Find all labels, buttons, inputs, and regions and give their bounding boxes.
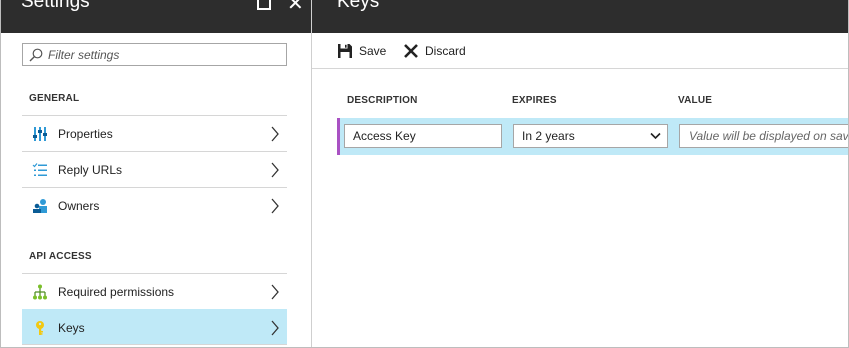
permissions-icon	[33, 284, 47, 300]
sidebar-item-label: Reply URLs	[58, 163, 123, 177]
column-header-expires: EXPIRES	[512, 95, 557, 106]
save-button[interactable]: Save	[337, 42, 397, 60]
keys-blade: Keys Save Discard DESCRIPTION EXPIRES VA…	[312, 0, 848, 347]
keys-header: Keys	[312, 0, 848, 33]
chevron-right-icon	[271, 162, 279, 178]
sidebar-item-required-permissions[interactable]: Required permissions	[22, 273, 287, 309]
sidebar-item-label: Owners	[58, 199, 100, 213]
filter-settings-input[interactable]	[48, 45, 283, 64]
sidebar-item-properties[interactable]: Properties	[22, 115, 287, 151]
chevron-right-icon	[271, 126, 279, 142]
list-icon	[32, 163, 47, 176]
expires-dropdown[interactable]: In 2 years	[513, 124, 668, 148]
value-field[interactable]: Value will be displayed on save	[679, 124, 848, 148]
sidebar-item-label: Properties	[58, 127, 113, 141]
sidebar-item-keys[interactable]: Keys	[22, 309, 287, 345]
settings-blade: Settings ✕ GENERAL Properties	[1, 0, 312, 347]
chevron-right-icon	[271, 198, 279, 214]
sidebar-item-owners[interactable]: Owners	[22, 187, 287, 223]
chevron-right-icon	[271, 320, 279, 336]
save-label: Save	[359, 44, 387, 58]
column-header-description: DESCRIPTION	[347, 95, 418, 106]
key-icon	[36, 321, 44, 335]
users-icon	[33, 199, 47, 213]
portal-frame: Settings ✕ GENERAL Properties	[0, 0, 849, 348]
sidebar-item-label: Keys	[58, 321, 85, 335]
chevron-right-icon	[271, 284, 279, 300]
description-field[interactable]: Access Key	[344, 124, 502, 148]
command-bar: Save Discard	[312, 33, 848, 69]
search-icon	[29, 48, 43, 62]
sidebar-item-reply-urls[interactable]: Reply URLs	[22, 151, 287, 187]
chevron-down-icon	[650, 132, 661, 140]
section-general-label: GENERAL	[29, 93, 80, 104]
close-icon	[404, 44, 418, 58]
close-icon[interactable]: ✕	[287, 0, 304, 14]
column-header-value: VALUE	[678, 95, 713, 106]
discard-button[interactable]: Discard	[403, 42, 483, 60]
settings-title: Settings	[21, 0, 90, 12]
settings-header: Settings ✕	[1, 0, 311, 33]
sidebar-item-label: Required permissions	[58, 285, 175, 299]
table-row: Access Key In 2 years Value will be disp…	[337, 118, 848, 155]
maximize-icon[interactable]	[257, 0, 271, 10]
properties-icon	[33, 127, 47, 141]
discard-label: Discard	[425, 44, 466, 58]
expires-selected-value: In 2 years	[522, 129, 575, 143]
section-api-access-label: API ACCESS	[29, 251, 92, 262]
save-icon	[338, 44, 352, 58]
filter-settings-field[interactable]	[22, 43, 287, 66]
keys-title: Keys	[337, 0, 380, 12]
